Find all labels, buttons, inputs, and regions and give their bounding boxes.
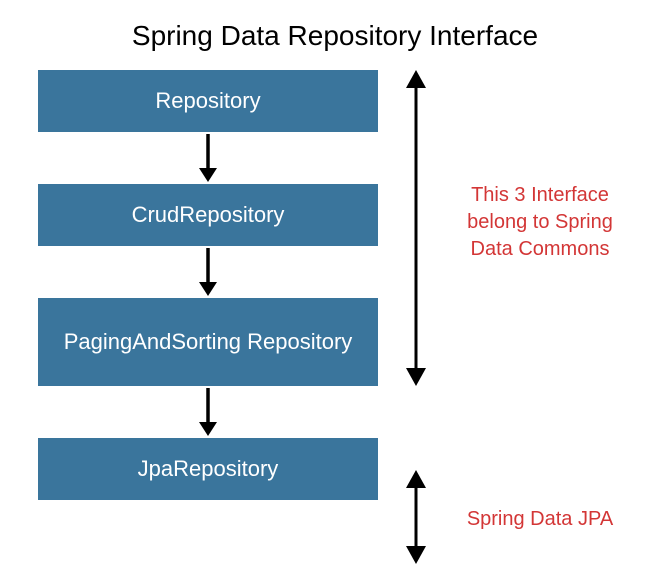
diagram-title: Spring Data Repository Interface (0, 20, 650, 52)
box-jpa-repository: JpaRepository (38, 438, 378, 500)
box-crud-repository: CrudRepository (38, 184, 378, 246)
box-label: JpaRepository (138, 456, 279, 482)
diagram-container: Repository CrudRepository PagingAndSorti… (0, 70, 650, 570)
box-label: PagingAndSorting Repository (64, 329, 353, 355)
box-label: Repository (155, 88, 260, 114)
arrow-down-icon (38, 386, 378, 438)
annotation-spring-data-commons: This 3 Interface belong to Spring Data C… (450, 182, 630, 263)
bracket-top (398, 70, 434, 391)
box-label: CrudRepository (132, 202, 285, 228)
box-paging-and-sorting-repository: PagingAndSorting Repository (38, 298, 378, 386)
boxes-column: Repository CrudRepository PagingAndSorti… (38, 70, 378, 500)
double-arrow-icon (398, 470, 434, 564)
annotation-spring-data-jpa: Spring Data JPA (450, 506, 630, 533)
arrow-down-icon (38, 246, 378, 298)
double-arrow-icon (398, 70, 434, 386)
bracket-bottom (398, 470, 434, 569)
box-repository: Repository (38, 70, 378, 132)
arrow-down-icon (38, 132, 378, 184)
